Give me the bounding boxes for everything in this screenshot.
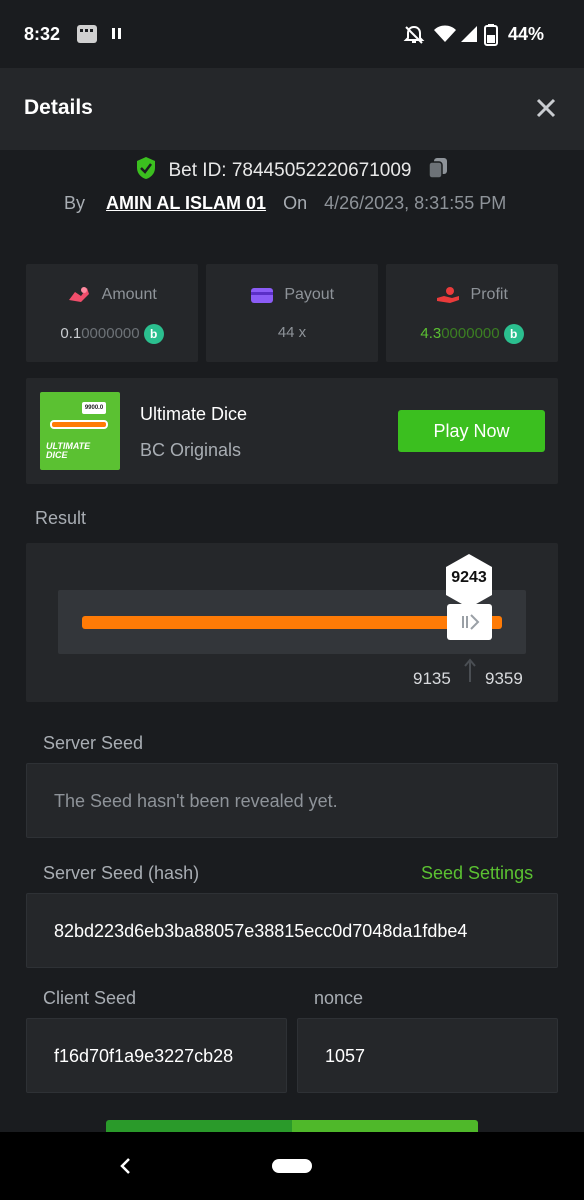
amount-icon	[69, 287, 90, 302]
game-thumbnail[interactable]: 9900.0 ULTIMATE DICE	[40, 392, 120, 470]
verified-shield-icon	[137, 157, 156, 179]
play-now-button[interactable]: Play Now	[398, 410, 545, 452]
cell-signal-icon	[461, 26, 477, 42]
close-icon[interactable]	[534, 96, 558, 120]
app-notification-icon	[77, 25, 97, 43]
server-seed-value: The Seed hasn't been revealed yet.	[54, 791, 338, 811]
profit-card: Profit 4.30000000 b	[386, 264, 558, 362]
nonce-label: nonce	[314, 988, 364, 1008]
wifi-icon	[434, 25, 456, 42]
client-seed-value: f16d70f1a9e3227cb28	[54, 1046, 234, 1066]
slider-handle	[447, 604, 492, 640]
notifications-off-icon	[403, 25, 425, 44]
bottom-button-left[interactable]	[106, 1120, 292, 1132]
roll-value: 9243	[451, 569, 487, 586]
seed-settings-link[interactable]: Seed Settings	[421, 863, 533, 884]
game-name: Ultimate Dice	[140, 404, 248, 424]
status-time: 8:32	[24, 24, 61, 44]
details-header: Details	[0, 68, 584, 150]
payout-label: Payout	[284, 286, 335, 303]
coin-icon: b	[143, 324, 164, 344]
home-pill[interactable]	[272, 1159, 312, 1173]
back-icon[interactable]	[118, 1156, 134, 1176]
game-card[interactable]: 9900.0 ULTIMATE DICE Ultimate Dice BC Or…	[26, 378, 558, 484]
game-provider: BC Originals	[140, 440, 242, 460]
result-panel: 9243 9135 9359	[26, 543, 558, 702]
server-seed-field: The Seed hasn't been revealed yet.	[26, 763, 558, 838]
status-bar: 8:32 44%	[0, 0, 584, 68]
battery-percent: 44%	[507, 24, 544, 44]
slider-grip-icon	[462, 614, 480, 630]
bottom-button-right[interactable]	[292, 1120, 478, 1132]
server-seed-label: Server Seed	[43, 733, 144, 753]
range-indicator-icon	[464, 658, 476, 682]
client-seed-label: Client Seed	[43, 988, 137, 1008]
range-min: 9135	[413, 669, 451, 688]
on-label: On	[283, 192, 308, 213]
battery-icon	[484, 24, 498, 46]
bet-author-row: By AMIN AL ISLAM 01 On 4/26/2023, 8:31:5…	[64, 192, 506, 214]
copy-icon[interactable]	[427, 156, 449, 180]
media-pause-icon	[112, 28, 121, 39]
page-title: Details	[24, 96, 93, 119]
by-label: By	[64, 192, 86, 213]
dice-track	[82, 616, 502, 629]
result-label: Result	[35, 508, 87, 528]
server-seed-hash-label: Server Seed (hash)	[43, 863, 200, 883]
payout-card-icon	[250, 288, 273, 303]
range-max: 9359	[485, 669, 523, 688]
server-seed-hash-value: 82bd223d6eb3ba88057e38815ecc0d7048da1fdb…	[54, 921, 468, 941]
bet-datetime: 4/26/2023, 8:31:55 PM	[324, 192, 507, 213]
payout-value: 44 x	[277, 324, 307, 341]
amount-label: Amount	[101, 286, 157, 303]
username-link[interactable]: AMIN AL ISLAM 01	[106, 193, 266, 214]
server-seed-hash-field[interactable]: 82bd223d6eb3ba88057e38815ecc0d7048da1fdb…	[26, 893, 558, 968]
bet-id: Bet ID: 78445052220671009	[168, 160, 412, 181]
nonce-value: 1057	[325, 1046, 366, 1066]
coin-icon: b	[503, 324, 524, 344]
nonce-field[interactable]: 1057	[297, 1018, 558, 1093]
profit-icon	[437, 287, 460, 303]
bet-id-row: Bet ID: 78445052220671009	[0, 156, 584, 186]
profit-label: Profit	[470, 286, 508, 303]
amount-value: 0.10000000 b	[26, 324, 198, 344]
client-seed-field[interactable]: f16d70f1a9e3227cb28	[26, 1018, 287, 1093]
amount-card: Amount 0.10000000 b	[26, 264, 198, 362]
profit-value: 4.30000000 b	[386, 324, 558, 344]
payout-card: Payout 44 x	[206, 264, 378, 362]
bottom-action-buttons[interactable]	[106, 1120, 478, 1132]
